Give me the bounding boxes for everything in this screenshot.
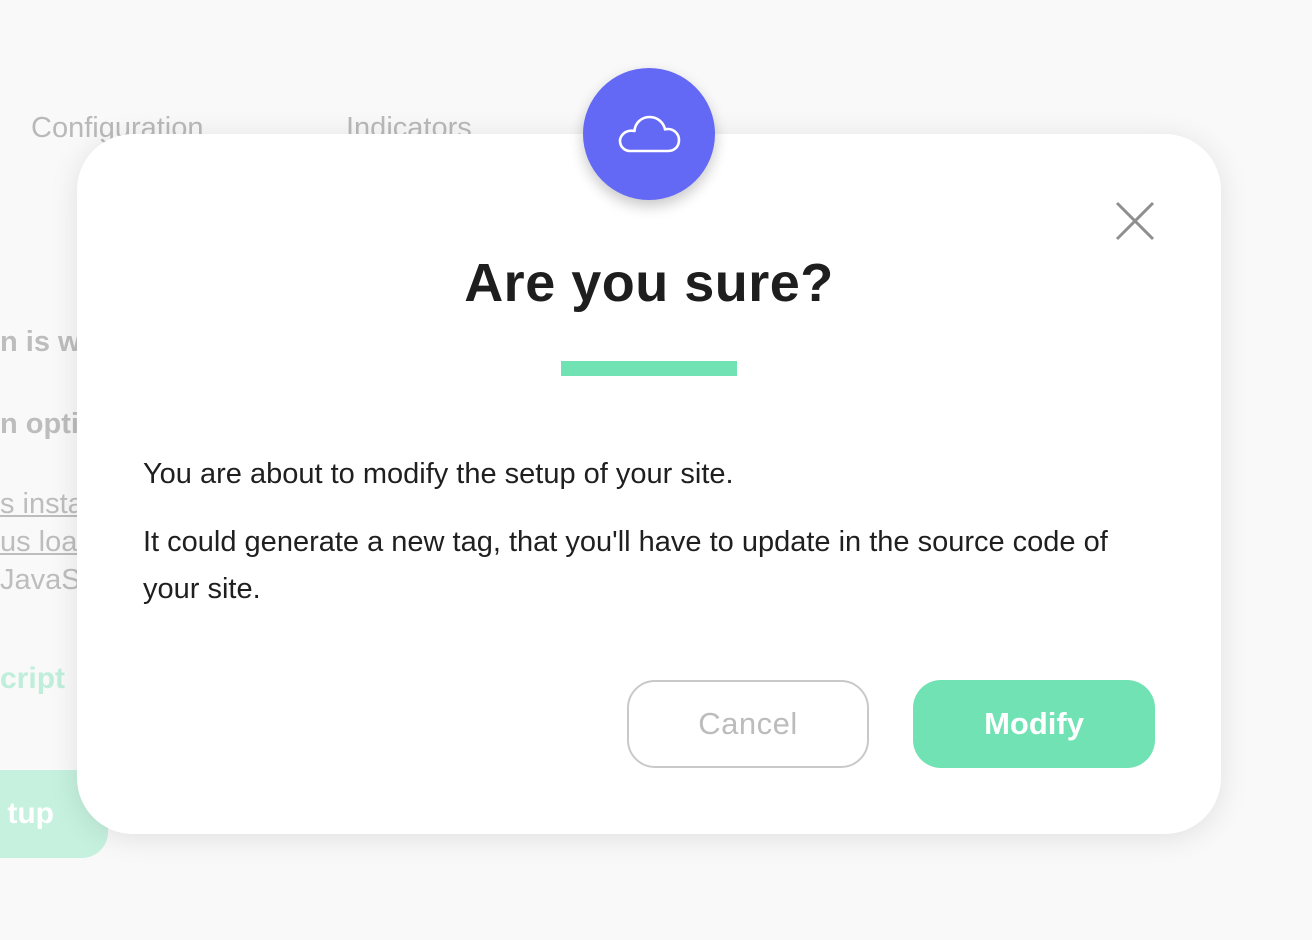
- cloud-icon: [618, 115, 681, 153]
- cancel-button[interactable]: Cancel: [627, 680, 869, 768]
- background-text-fragment: JavaS: [0, 564, 81, 596]
- background-setup-button-label: tup: [7, 797, 54, 830]
- dialog-title: Are you sure?: [464, 253, 834, 313]
- modify-button[interactable]: Modify: [913, 680, 1155, 768]
- close-icon: [1115, 201, 1155, 241]
- dialog-message-line: It could generate a new tag, that you'll…: [143, 526, 1108, 605]
- background-link-fragment[interactable]: us loa: [0, 526, 77, 559]
- page: Configuration Indicators n is we n optic…: [0, 0, 1312, 940]
- dialog-message-line: You are about to modify the setup of you…: [143, 458, 734, 490]
- close-button[interactable]: [1110, 196, 1160, 246]
- title-underline: [561, 361, 737, 376]
- background-link-fragment[interactable]: s insta: [0, 488, 84, 521]
- background-green-text: cript: [0, 662, 66, 695]
- cloud-badge: [583, 68, 715, 200]
